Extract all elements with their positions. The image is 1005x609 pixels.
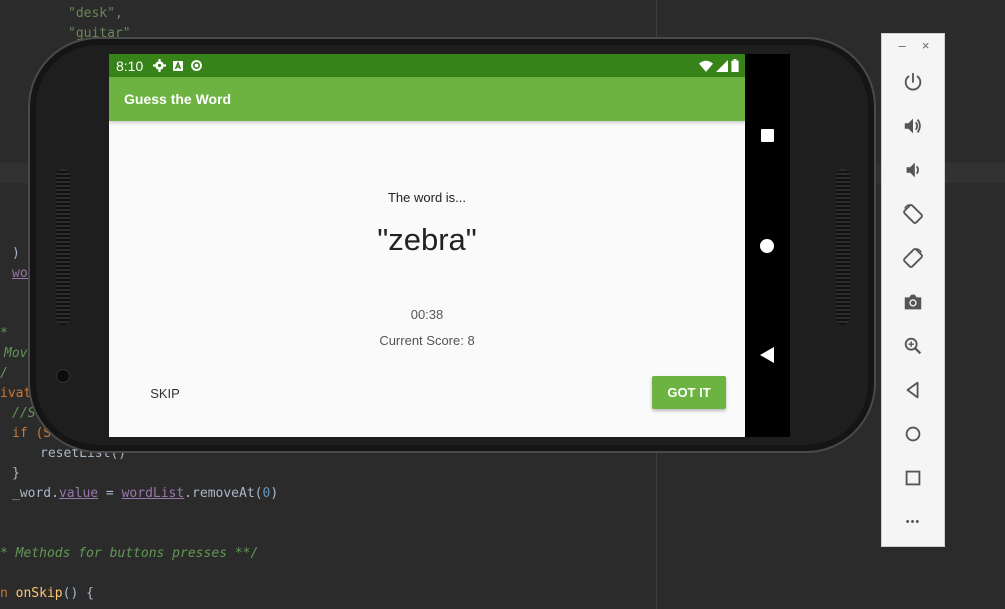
volume-down-icon xyxy=(906,162,919,178)
settings-icon xyxy=(153,59,167,72)
battery-icon xyxy=(731,59,739,72)
android-nav-bar xyxy=(745,54,790,437)
app-window: 8:10 Guess the Word The word is... "zebr… xyxy=(109,54,745,437)
left-speaker xyxy=(56,169,70,325)
back-button[interactable] xyxy=(760,347,774,363)
code-token: onSkip xyxy=(15,586,63,601)
right-speaker xyxy=(836,169,850,325)
code-line: "desk", xyxy=(68,6,123,21)
camera-icon xyxy=(904,294,922,310)
timer-text: 00:38 xyxy=(410,307,444,322)
word-intro-text: The word is... xyxy=(387,190,467,205)
emulator-toolbar: – × ••• xyxy=(881,33,945,547)
code-line: * xyxy=(0,326,8,341)
code-token: .removeAt( xyxy=(184,486,263,501)
home-button[interactable] xyxy=(760,239,774,253)
back-triangle-icon xyxy=(906,381,919,399)
code-line: _word.value = wordList.removeAt(0) xyxy=(12,486,278,502)
close-button[interactable]: × xyxy=(922,38,930,58)
zoom-in-icon xyxy=(904,337,922,355)
notification-a-icon xyxy=(173,60,184,71)
code-token: ) xyxy=(270,486,279,501)
rotate-right-button[interactable] xyxy=(898,243,928,273)
skip-button[interactable]: SKIP xyxy=(139,376,191,410)
minimize-button[interactable]: – xyxy=(899,38,906,58)
more-options-button[interactable]: ••• xyxy=(898,507,928,537)
volume-up-icon xyxy=(904,118,921,134)
power-button[interactable] xyxy=(898,67,928,97)
home-control-button[interactable] xyxy=(898,419,928,449)
screenshot-button[interactable] xyxy=(898,287,928,317)
sync-icon xyxy=(191,60,203,71)
code-line: n onSkip() { xyxy=(0,586,94,602)
app-title: Guess the Word xyxy=(124,91,232,107)
code-line: } xyxy=(12,466,20,481)
back-control-button[interactable] xyxy=(898,375,928,405)
code-token: = xyxy=(98,486,122,501)
overview-square-icon xyxy=(905,470,921,486)
wifi-icon xyxy=(699,60,713,72)
volume-down-button[interactable] xyxy=(898,155,928,185)
score-text: Current Score: 8 xyxy=(379,333,475,348)
code-line: Mov xyxy=(4,346,28,361)
recents-button[interactable] xyxy=(761,129,774,142)
power-icon xyxy=(904,72,922,91)
volume-up-button[interactable] xyxy=(898,111,928,141)
rotate-left-button[interactable] xyxy=(898,199,928,229)
got-it-button[interactable]: GOT IT xyxy=(652,376,726,409)
code-token: n xyxy=(0,586,16,601)
code-token: wordList xyxy=(121,486,185,501)
status-time: 8:10 xyxy=(116,57,144,74)
code-line: ) xyxy=(12,246,20,261)
home-circle-icon xyxy=(905,426,921,442)
rotate-right-icon xyxy=(903,248,923,268)
zoom-button[interactable] xyxy=(898,331,928,361)
current-word: "zebra" xyxy=(377,222,477,257)
app-bar: Guess the Word xyxy=(109,77,745,121)
overview-control-button[interactable] xyxy=(898,463,928,493)
front-camera xyxy=(56,369,70,383)
code-line: / xyxy=(0,366,8,381)
signal-icon xyxy=(716,59,728,72)
code-line: ivat xyxy=(0,386,32,401)
code-token: value xyxy=(58,486,99,501)
phone-screen[interactable]: 8:10 Guess the Word The word is... "zebr… xyxy=(109,54,790,437)
code-token: _word. xyxy=(12,486,59,501)
status-bar: 8:10 xyxy=(109,54,745,77)
code-line: * Methods for buttons presses **/ xyxy=(0,546,259,561)
rotate-left-icon xyxy=(903,204,923,224)
code-token: () { xyxy=(62,586,94,601)
